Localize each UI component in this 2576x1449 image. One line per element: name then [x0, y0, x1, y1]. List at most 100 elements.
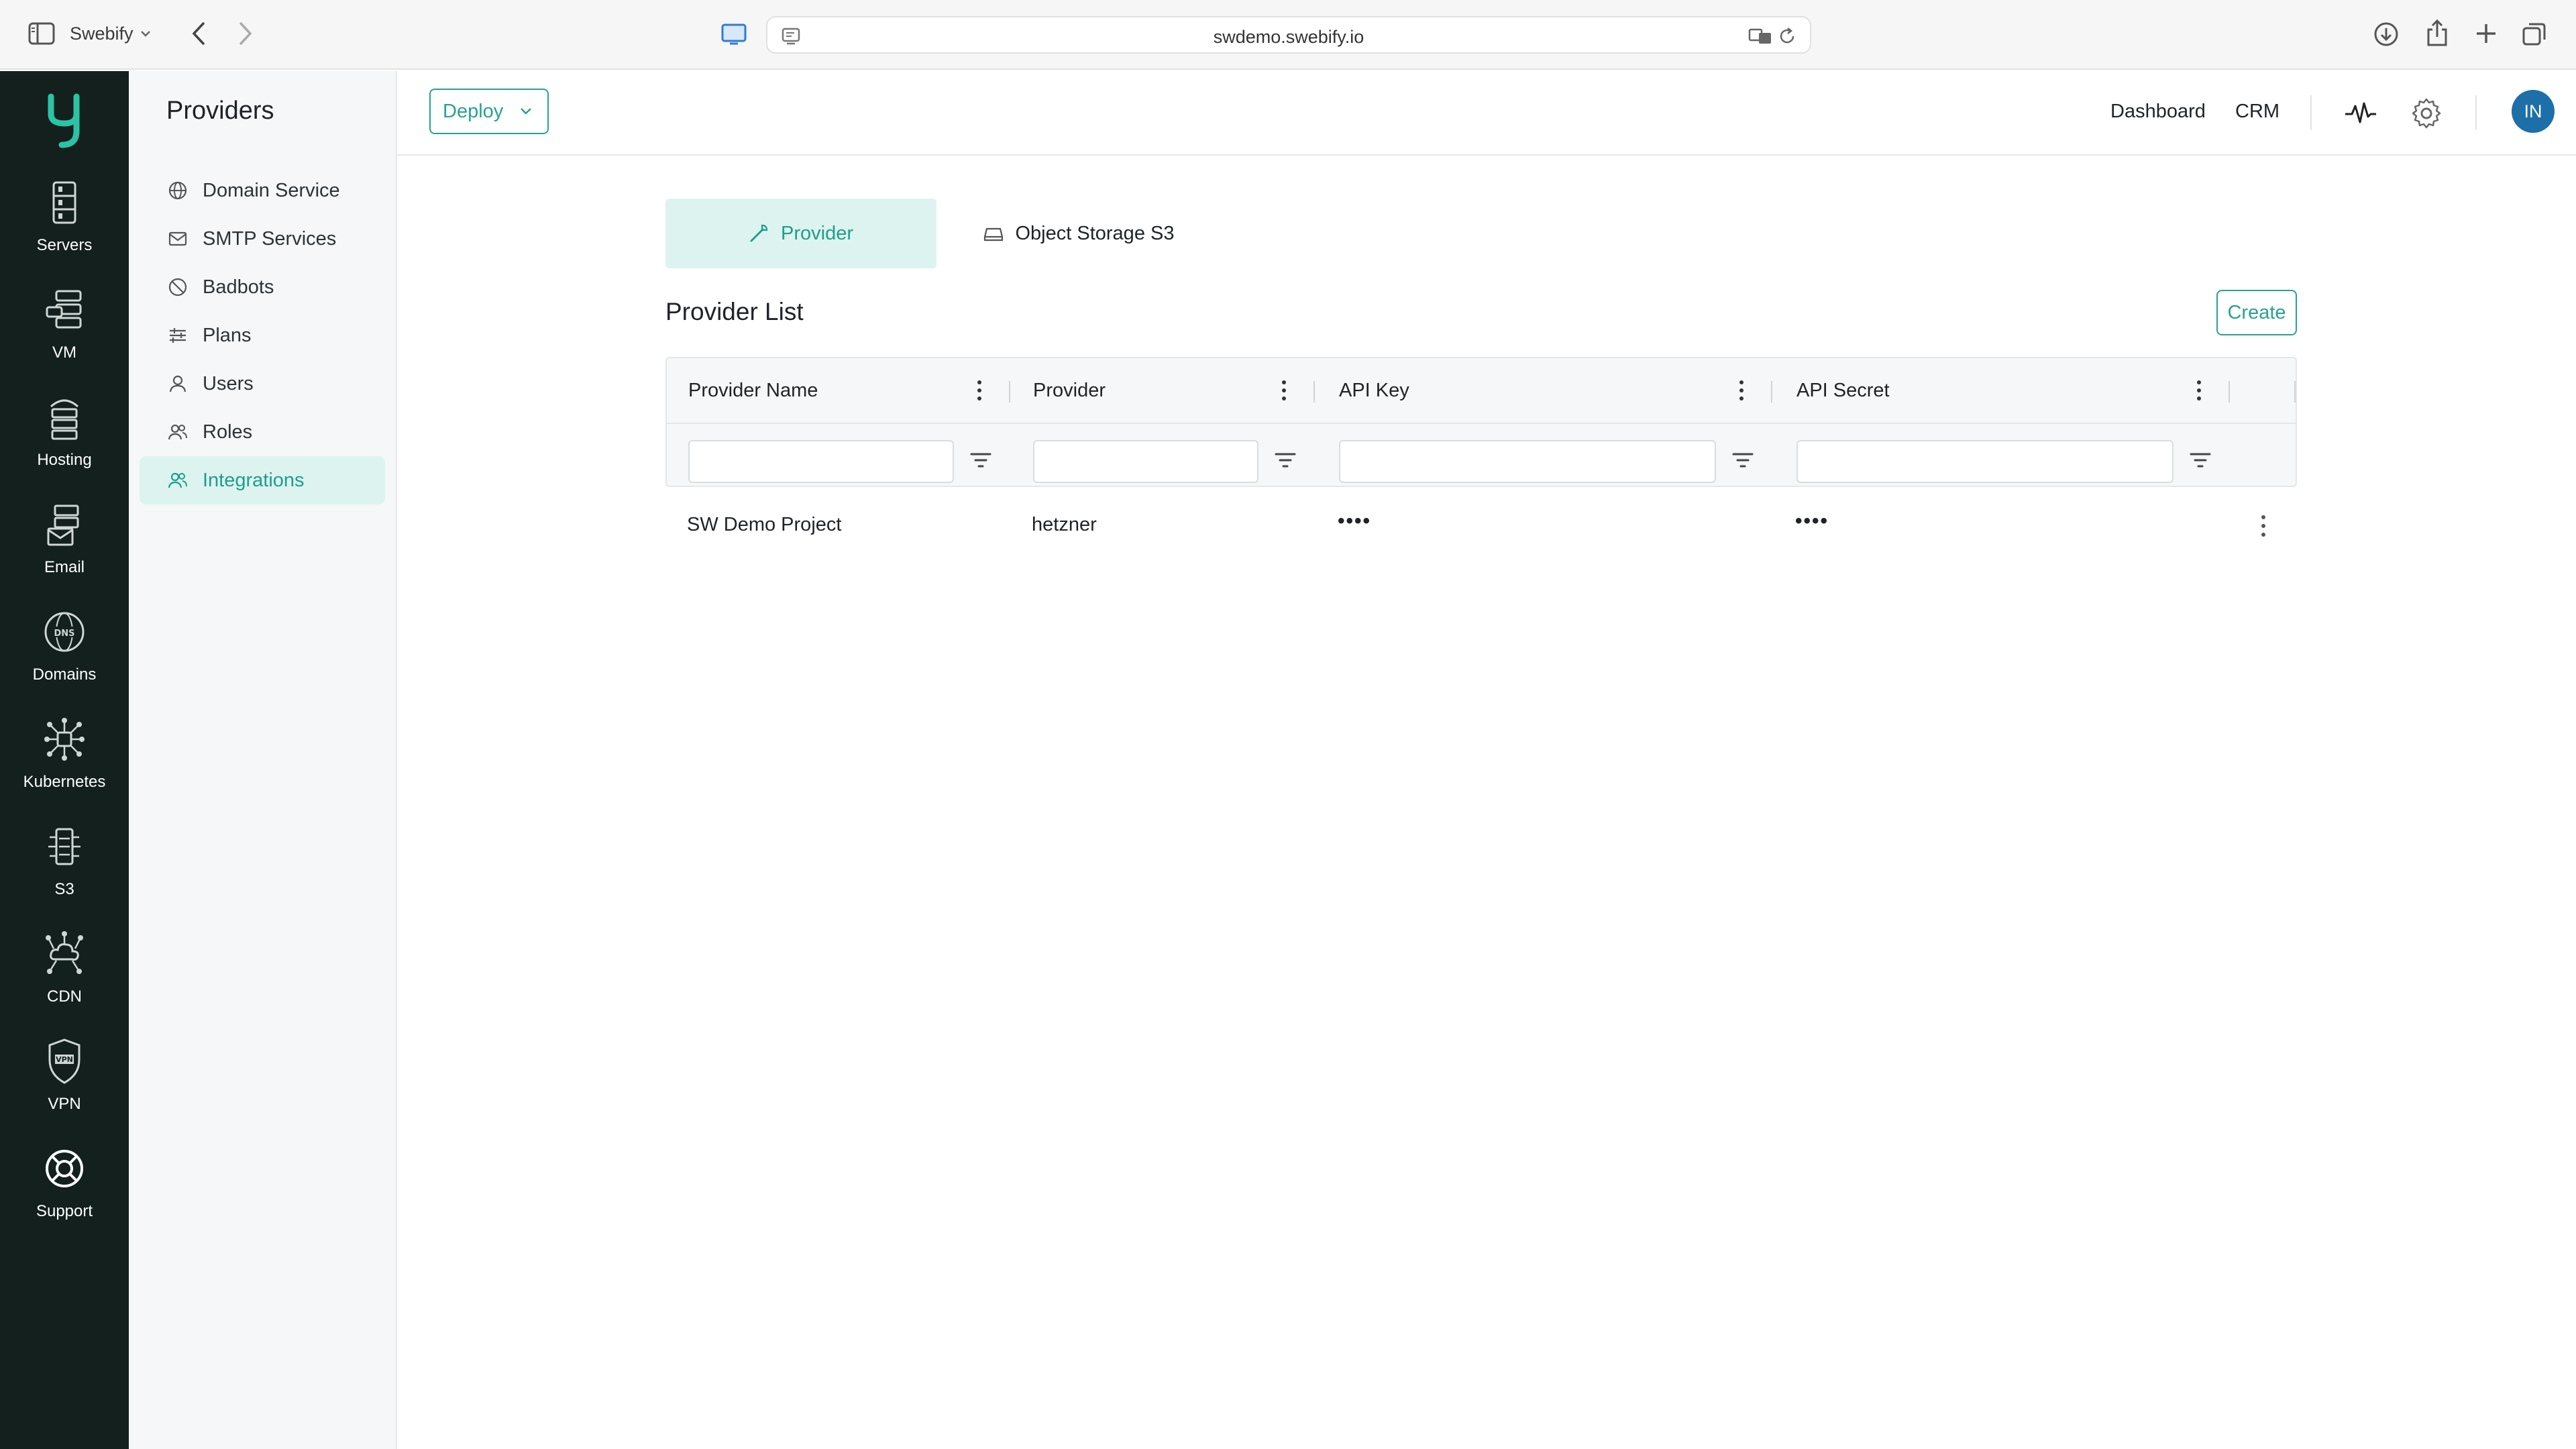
address-bar[interactable]: swdemo.swebify.io [766, 16, 1811, 54]
dashboard-link[interactable]: Dashboard [2110, 101, 2206, 123]
column-header-provider[interactable]: Provider [1033, 358, 1106, 423]
rail-item-domains[interactable]: DNS Domains [0, 608, 129, 708]
column-menu-icon[interactable] [973, 378, 986, 402]
page-title: Provider List [665, 298, 804, 325]
storage-drive-icon [983, 227, 1003, 241]
rail-item-vpn[interactable]: VPN VPN [0, 1037, 129, 1138]
rail-item-email[interactable]: Email [0, 500, 129, 601]
url-text: swdemo.swebify.io [1213, 27, 1364, 47]
sidebar-item-label: Domain Service [203, 179, 340, 201]
sidebar-item-domain-service[interactable] [140, 71, 385, 119]
translate-icon[interactable] [1748, 27, 1772, 46]
create-button[interactable]: Create [2216, 290, 2297, 335]
back-arrow-icon[interactable] [185, 19, 212, 48]
mail-icon [168, 231, 187, 246]
deploy-dropdown-button[interactable]: Deploy [429, 89, 549, 134]
app-header: Deploy Dashboard CRM IN [397, 71, 2576, 156]
gear-icon[interactable] [2410, 97, 2443, 130]
share-icon[interactable] [2423, 17, 2451, 48]
sidebar-item-badbots[interactable]: Badbots [140, 263, 385, 311]
reload-icon[interactable] [1778, 27, 1796, 46]
kubernetes-icon [44, 718, 85, 761]
column-resize-handle[interactable] [1009, 381, 1010, 402]
users-icon [168, 424, 187, 440]
rail-item-cdn[interactable]: CDN [0, 930, 129, 1030]
filter-icon[interactable] [2188, 449, 2212, 471]
tab-overview-icon[interactable] [2520, 20, 2549, 48]
sidebar-item-integrations[interactable]: Integrations [140, 456, 385, 504]
activity-pulse-icon[interactable] [2344, 97, 2377, 130]
rail-item-label: Email [44, 558, 85, 576]
column-header-provider-name[interactable]: Provider Name [688, 358, 818, 423]
s3-icon [48, 828, 80, 865]
api-secret-filter-input[interactable] [1796, 440, 2174, 483]
filter-icon[interactable] [1273, 449, 1297, 471]
download-icon[interactable] [2372, 20, 2400, 48]
rail-item-support[interactable]: Support [0, 1144, 129, 1245]
rail-item-s3[interactable]: S3 [0, 822, 129, 923]
filter-row [667, 423, 2296, 487]
column-resize-handle[interactable] [2294, 381, 2296, 402]
sidebar-item-label: SMTP Services [203, 227, 337, 250]
sidebar-item-label: Integrations [203, 469, 305, 491]
sidebar-item-label: Plans [203, 324, 252, 346]
cell-api-key: •••• [1338, 510, 1372, 532]
forward-arrow-icon[interactable] [232, 19, 259, 48]
block-icon [168, 278, 187, 297]
new-tab-icon[interactable] [2473, 20, 2500, 47]
deploy-label: Deploy [443, 100, 504, 122]
column-header-api-secret[interactable]: API Secret [1796, 358, 1890, 423]
rail-item-vm[interactable]: VM [0, 286, 129, 386]
swebify-logo-icon[interactable] [43, 85, 86, 154]
tab-provider[interactable]: Provider [665, 199, 936, 268]
dns-icon: DNS [44, 612, 85, 652]
cell-provider-name: SW Demo Project [687, 514, 842, 535]
provider-name-filter-input[interactable] [688, 440, 954, 483]
user-avatar[interactable]: IN [2512, 90, 2555, 133]
column-menu-icon[interactable] [2192, 378, 2206, 402]
row-actions-icon[interactable] [2255, 513, 2271, 539]
sidebar-item-label: Roles [203, 421, 253, 443]
provider-filter-input[interactable] [1033, 440, 1258, 483]
api-key-filter-input[interactable] [1339, 440, 1716, 483]
column-menu-icon[interactable] [1735, 378, 1748, 402]
rail-item-kubernetes[interactable]: Kubernetes [0, 715, 129, 816]
users-icon [168, 472, 187, 488]
sidebar-item-domain-service[interactable]: Domain Service [140, 166, 385, 215]
chevron-down-icon [521, 108, 532, 115]
sliders-icon [170, 328, 186, 343]
filter-icon[interactable] [969, 449, 993, 471]
column-resize-handle[interactable] [1771, 381, 1772, 402]
wrench-icon [750, 224, 768, 242]
column-menu-icon[interactable] [1277, 378, 1291, 402]
svg-text:VPN: VPN [56, 1055, 73, 1064]
rail-item-hosting[interactable]: Hosting [0, 393, 129, 494]
column-resize-handle[interactable] [2229, 381, 2230, 402]
sidebar-item-label: Badbots [203, 276, 274, 298]
filter-icon[interactable] [1731, 449, 1755, 471]
rail-item-label: Support [36, 1202, 93, 1220]
rail-item-servers[interactable]: Servers [0, 178, 129, 279]
sidebar-toggle-icon[interactable] [27, 20, 56, 47]
hosting-icon [50, 399, 79, 440]
sidebar-item-smtp-services[interactable]: SMTP Services [140, 215, 385, 263]
tab-object-storage-s3[interactable]: Object Storage S3 [965, 199, 1193, 268]
sidebar-item-label: Users [203, 372, 254, 394]
sidebar-item-roles[interactable]: Roles [140, 408, 385, 456]
sidebar-item-plans[interactable]: Plans [140, 311, 385, 360]
rail-item-label: VM [52, 343, 76, 362]
vm-icon [46, 290, 82, 329]
rail-item-label: S3 [54, 880, 74, 898]
main-nav-rail: Servers VM Hosting Email DNS Domains Kub… [0, 71, 129, 1449]
screen-share-icon[interactable] [719, 21, 749, 47]
cdn-icon [46, 931, 83, 974]
tab-label: Object Storage S3 [1015, 222, 1175, 244]
sidebar-item-users[interactable]: Users [140, 360, 385, 408]
browser-profile-menu[interactable]: Swebify [70, 20, 151, 47]
column-header-api-key[interactable]: API Key [1339, 358, 1409, 423]
rail-item-label: Hosting [37, 451, 92, 469]
column-resize-handle[interactable] [1313, 381, 1315, 402]
header-divider [2475, 95, 2477, 130]
email-icon [47, 504, 79, 546]
crm-link[interactable]: CRM [2235, 101, 2279, 123]
